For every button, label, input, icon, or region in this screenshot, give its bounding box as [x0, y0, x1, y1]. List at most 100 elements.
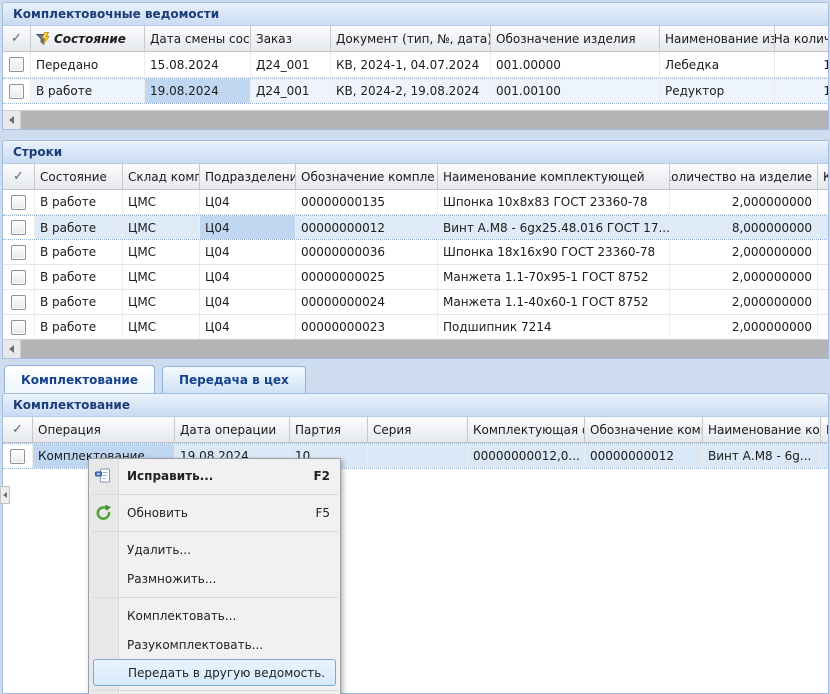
cell[interactable]: Ц04: [200, 265, 296, 289]
checkbox-icon[interactable]: [10, 449, 25, 464]
row-checkbox[interactable]: [3, 290, 35, 314]
cell[interactable]: 00000000012: [296, 216, 438, 239]
cell[interactable]: [818, 265, 829, 289]
cell[interactable]: В работе: [31, 79, 145, 103]
table-row[interactable]: В работеЦМСЦ0400000000036Шпонка 18х16х90…: [3, 240, 829, 265]
select-all-header[interactable]: ✓: [3, 164, 35, 189]
cell[interactable]: Манжета 1.1-40х60-1 ГОСТ 8752: [438, 290, 670, 314]
table-row[interactable]: В работе19.08.2024Д24_001КВ, 2024-2, 19.…: [3, 78, 829, 104]
menu-item-kit[interactable]: Комплектовать...: [89, 601, 340, 630]
column-header[interactable]: Количество на изделие: [670, 164, 818, 189]
column-header[interactable]: Серия: [368, 417, 468, 442]
cell[interactable]: Ц04: [200, 216, 296, 239]
cell[interactable]: [818, 315, 829, 339]
column-header[interactable]: На колич: [775, 26, 829, 51]
cell[interactable]: 2,000000000: [670, 265, 818, 289]
column-header[interactable]: К: [818, 164, 829, 189]
cell[interactable]: КВ, 2024-2, 19.08.2024: [331, 79, 491, 103]
cell[interactable]: 2,000000000: [670, 240, 818, 264]
table-row[interactable]: В работеЦМСЦ0400000000012Винт А.М8 - 6gх…: [3, 215, 829, 240]
cell[interactable]: 1: [775, 79, 829, 103]
menu-item-unkit[interactable]: Разукомплектовать...: [89, 630, 340, 659]
cell[interactable]: 00000000025: [296, 265, 438, 289]
cell[interactable]: ЦМС: [123, 265, 200, 289]
column-header[interactable]: Комплектующая ф: [468, 417, 585, 442]
column-header[interactable]: Партия: [290, 417, 368, 442]
row-checkbox[interactable]: [3, 265, 35, 289]
cell[interactable]: Лебедка: [660, 52, 775, 77]
cell[interactable]: ЦМС: [123, 190, 200, 214]
checkbox-icon[interactable]: [11, 220, 26, 235]
menu-item-refresh[interactable]: Обновить F5: [89, 498, 340, 527]
column-header[interactable]: Наименование комплектующей: [438, 164, 670, 189]
row-checkbox[interactable]: [3, 190, 35, 214]
menu-item-edit[interactable]: Исправить... F2: [89, 461, 340, 490]
sheets-hscrollbar[interactable]: [3, 110, 828, 129]
column-header[interactable]: Дата смены сост: [145, 26, 251, 51]
column-header[interactable]: Обозначение изделия: [491, 26, 660, 51]
cell[interactable]: 00000000024: [296, 290, 438, 314]
column-header[interactable]: Документ (тип, №, дата): [331, 26, 491, 51]
cell[interactable]: 2,000000000: [670, 190, 818, 214]
column-header[interactable]: Дата операции: [175, 417, 290, 442]
column-header[interactable]: Операция: [33, 417, 175, 442]
cell[interactable]: 00000000012,0...: [468, 444, 585, 468]
cell[interactable]: В работе: [35, 290, 123, 314]
cell[interactable]: 00000000023: [296, 315, 438, 339]
lines-hscrollbar[interactable]: [3, 339, 828, 358]
edge-scroll-left-button[interactable]: [0, 486, 10, 504]
cell[interactable]: 2,000000000: [670, 290, 818, 314]
cell[interactable]: КВ, 2024-1, 04.07.2024: [331, 52, 491, 77]
cell[interactable]: Д24_001: [251, 79, 331, 103]
column-header[interactable]: Состояние: [31, 26, 145, 51]
cell[interactable]: Ц04: [200, 290, 296, 314]
row-checkbox[interactable]: [3, 79, 31, 103]
table-row[interactable]: В работеЦМСЦ0400000000023Подшипник 72142…: [3, 315, 829, 340]
cell[interactable]: [818, 216, 829, 239]
cell[interactable]: Ц04: [200, 315, 296, 339]
cell[interactable]: ЦМС: [123, 315, 200, 339]
column-header[interactable]: К: [821, 417, 829, 442]
cell[interactable]: Шпонка 10х8х83 ГОСТ 23360-78: [438, 190, 670, 214]
column-header[interactable]: Обозначение компле: [296, 164, 438, 189]
menu-item-transfer-to-other-sheet[interactable]: Передать в другую ведомость...: [93, 659, 336, 686]
column-header[interactable]: Обозначение комп: [585, 417, 703, 442]
column-header[interactable]: Подразделение-: [200, 164, 296, 189]
cell[interactable]: В работе: [35, 265, 123, 289]
cell[interactable]: 2,000000000: [670, 315, 818, 339]
column-header[interactable]: Заказ: [251, 26, 331, 51]
cell[interactable]: В работе: [35, 190, 123, 214]
cell[interactable]: [818, 190, 829, 214]
cell[interactable]: Передано: [31, 52, 145, 77]
checkbox-icon[interactable]: [11, 195, 26, 210]
cell[interactable]: [368, 444, 468, 468]
tab-komplektovanie[interactable]: Комплектование: [4, 365, 155, 393]
menu-item-delete[interactable]: Удалить...: [89, 535, 340, 564]
cell[interactable]: 1: [775, 52, 829, 77]
cell[interactable]: Редуктор: [660, 79, 775, 103]
row-checkbox[interactable]: [3, 216, 35, 239]
cell[interactable]: 00000000012: [585, 444, 703, 468]
cell[interactable]: В работе: [35, 315, 123, 339]
cell[interactable]: В работе: [35, 216, 123, 239]
scroll-thumb[interactable]: [21, 340, 828, 358]
cell[interactable]: Подшипник 7214: [438, 315, 670, 339]
column-header[interactable]: Состояние: [35, 164, 123, 189]
cell[interactable]: Ц04: [200, 190, 296, 214]
cell[interactable]: В работе: [35, 240, 123, 264]
scroll-left-button[interactable]: [3, 340, 21, 358]
cell[interactable]: Шпонка 18х16х90 ГОСТ 23360-78: [438, 240, 670, 264]
checkbox-icon[interactable]: [11, 320, 26, 335]
cell[interactable]: 15.08.2024: [145, 52, 251, 77]
select-all-header[interactable]: ✓: [3, 26, 31, 51]
table-row[interactable]: Передано15.08.2024Д24_001КВ, 2024-1, 04.…: [3, 52, 829, 78]
cell[interactable]: [818, 240, 829, 264]
scroll-left-button[interactable]: [3, 111, 21, 129]
table-row[interactable]: В работеЦМСЦ0400000000025Манжета 1.1-70х…: [3, 265, 829, 290]
row-checkbox[interactable]: [3, 444, 33, 468]
row-checkbox[interactable]: [3, 240, 35, 264]
table-row[interactable]: В работеЦМСЦ0400000000024Манжета 1.1-40х…: [3, 290, 829, 315]
cell[interactable]: ЦМС: [123, 240, 200, 264]
tab-peredacha-v-ceh[interactable]: Передача в цех: [162, 366, 306, 393]
cell[interactable]: 00000000036: [296, 240, 438, 264]
